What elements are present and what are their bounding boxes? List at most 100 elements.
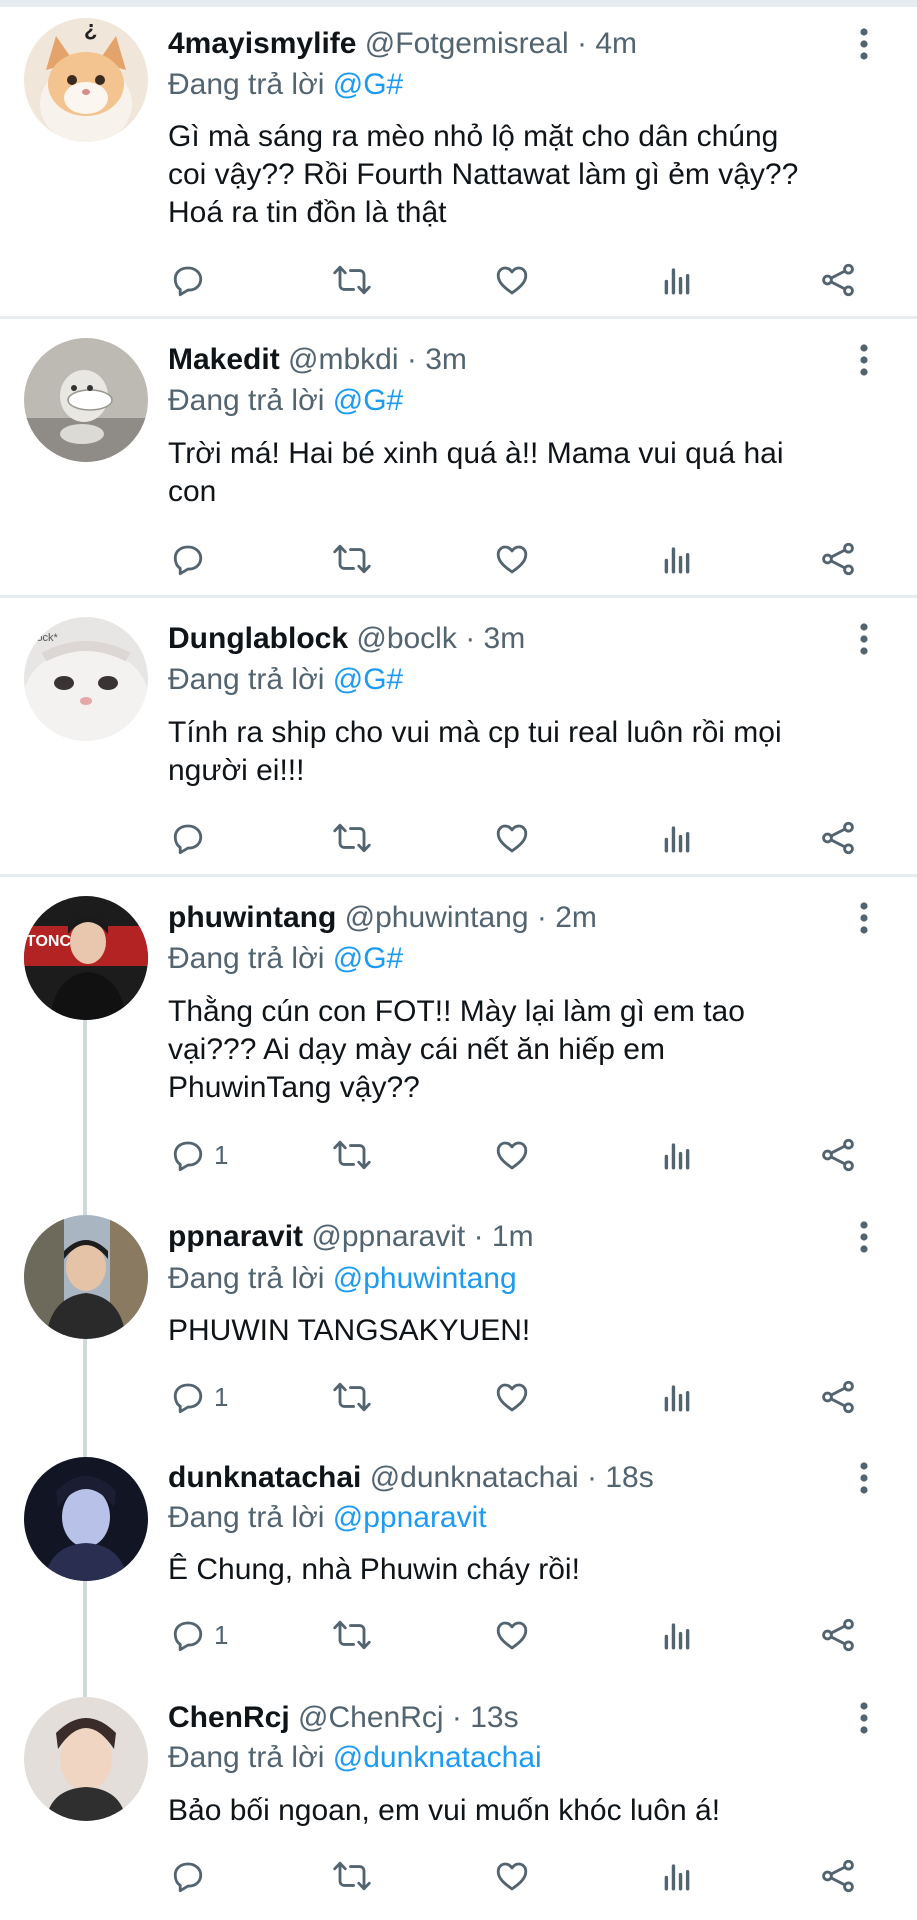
tweet-actions bbox=[0, 1851, 917, 1901]
retweet-icon[interactable] bbox=[332, 1130, 372, 1180]
reply-icon[interactable] bbox=[170, 813, 206, 863]
replying-to-mention[interactable]: @G# bbox=[333, 663, 403, 696]
tweet-header: Makedit @mbkdi · 3m bbox=[168, 338, 467, 382]
replying-to: Đang trả lời @dunknatachai bbox=[168, 1737, 542, 1779]
like-icon[interactable] bbox=[493, 1610, 531, 1660]
display-name[interactable]: ChenRcj bbox=[168, 1701, 290, 1734]
tweet-actions: 1 bbox=[0, 1130, 917, 1180]
timestamp[interactable]: · 2m bbox=[537, 901, 597, 934]
avatar[interactable] bbox=[24, 1697, 148, 1821]
share-icon[interactable] bbox=[820, 1610, 856, 1660]
like-icon[interactable] bbox=[493, 1851, 531, 1901]
replying-to-mention[interactable]: @G# bbox=[333, 942, 403, 975]
like-icon[interactable] bbox=[493, 1372, 531, 1422]
display-name[interactable]: 4mayismylife bbox=[168, 27, 356, 60]
reply-icon[interactable] bbox=[170, 534, 206, 584]
tweet-text-line: Trời má! Hai bé xinh quá à!! Mama vui qu… bbox=[168, 437, 784, 470]
display-name[interactable]: Dunglablock bbox=[168, 622, 348, 655]
retweet-icon[interactable] bbox=[332, 1372, 372, 1422]
tweet-text-line: người ei!!! bbox=[168, 754, 305, 787]
tweet-text-line: Thằng cún con FOT!! Mày lại làm gì em ta… bbox=[168, 995, 745, 1028]
timestamp[interactable]: · 4m bbox=[577, 27, 637, 60]
more-icon[interactable] bbox=[852, 1215, 876, 1259]
replying-to: Đang trả lời @G# bbox=[168, 64, 403, 106]
replying-to: Đang trả lời @G# bbox=[168, 938, 403, 980]
share-icon[interactable] bbox=[820, 1372, 856, 1422]
share-icon[interactable] bbox=[820, 534, 856, 584]
replying-to: Đang trả lời @G# bbox=[168, 659, 403, 701]
user-handle[interactable]: @boclk bbox=[356, 622, 457, 655]
user-handle[interactable]: @ppnaravit bbox=[311, 1220, 465, 1253]
user-handle[interactable]: @dunknatachai bbox=[370, 1461, 579, 1494]
avatar[interactable] bbox=[24, 338, 148, 462]
timestamp[interactable]: · 13s bbox=[452, 1701, 519, 1734]
share-icon[interactable] bbox=[820, 255, 856, 305]
tweet-header: phuwintang @phuwintang · 2m bbox=[168, 896, 597, 940]
reply-icon[interactable] bbox=[170, 255, 206, 305]
tweet-text: Ê Chung, nhà Phuwin cháy rồi! bbox=[168, 1551, 868, 1589]
timestamp[interactable]: · 3m bbox=[407, 343, 467, 376]
more-icon[interactable] bbox=[852, 1456, 876, 1500]
retweet-icon[interactable] bbox=[332, 534, 372, 584]
top-divider bbox=[0, 0, 917, 7]
more-icon[interactable] bbox=[852, 338, 876, 382]
analytics-icon[interactable] bbox=[660, 813, 694, 863]
replying-to-mention[interactable]: @G# bbox=[333, 68, 403, 101]
tweet-text: Gì mà sáng ra mèo nhỏ lộ mặt cho dân chú… bbox=[168, 118, 868, 232]
like-icon[interactable] bbox=[493, 534, 531, 584]
tweet-text-line: Bảo bối ngoan, em vui muốn khóc luôn á! bbox=[168, 1794, 721, 1827]
more-icon[interactable] bbox=[852, 22, 876, 66]
replying-to: Đang trả lời @G# bbox=[168, 380, 403, 422]
display-name[interactable]: Makedit bbox=[168, 343, 280, 376]
share-icon[interactable] bbox=[820, 1851, 856, 1901]
analytics-icon[interactable] bbox=[660, 1851, 694, 1901]
user-handle[interactable]: @Fotgemisreal bbox=[365, 27, 569, 60]
tweet-text-line: coi vậy?? Rồi Fourth Nattawat làm gì ẻm … bbox=[168, 158, 799, 191]
like-icon[interactable] bbox=[493, 1130, 531, 1180]
reply-icon[interactable]: 1 bbox=[170, 1372, 228, 1422]
user-handle[interactable]: @mbkdi bbox=[288, 343, 398, 376]
share-icon[interactable] bbox=[820, 1130, 856, 1180]
analytics-icon[interactable] bbox=[660, 255, 694, 305]
replying-to-mention[interactable]: @phuwintang bbox=[333, 1262, 517, 1295]
tweet-text-line: PHUWIN TANGSAKYUEN! bbox=[168, 1314, 531, 1347]
display-name[interactable]: phuwintang bbox=[168, 901, 336, 934]
tweet-header: ppnaravit @ppnaravit · 1m bbox=[168, 1215, 534, 1259]
more-icon[interactable] bbox=[852, 896, 876, 940]
avatar[interactable]: TONCR bbox=[24, 896, 148, 1020]
retweet-icon[interactable] bbox=[332, 255, 372, 305]
avatar[interactable]: lock* bbox=[24, 617, 148, 741]
analytics-icon[interactable] bbox=[660, 1130, 694, 1180]
tweet-actions: 1 bbox=[0, 1610, 917, 1660]
replying-to-mention[interactable]: @dunknatachai bbox=[333, 1741, 542, 1774]
tweet-text-line: Ê Chung, nhà Phuwin cháy rồi! bbox=[168, 1553, 580, 1586]
user-handle[interactable]: @phuwintang bbox=[345, 901, 529, 934]
retweet-icon[interactable] bbox=[332, 1851, 372, 1901]
like-icon[interactable] bbox=[493, 813, 531, 863]
more-icon[interactable] bbox=[852, 617, 876, 661]
timestamp[interactable]: · 3m bbox=[465, 622, 525, 655]
analytics-icon[interactable] bbox=[660, 534, 694, 584]
display-name[interactable]: dunknatachai bbox=[168, 1461, 361, 1494]
reply-icon[interactable] bbox=[170, 1851, 206, 1901]
analytics-icon[interactable] bbox=[660, 1610, 694, 1660]
reply-icon[interactable]: 1 bbox=[170, 1610, 228, 1660]
replying-to-mention[interactable]: @G# bbox=[333, 384, 403, 417]
like-icon[interactable] bbox=[493, 255, 531, 305]
avatar[interactable] bbox=[24, 1215, 148, 1339]
more-icon[interactable] bbox=[852, 1696, 876, 1740]
replying-to-mention[interactable]: @ppnaravit bbox=[333, 1501, 487, 1534]
display-name[interactable]: ppnaravit bbox=[168, 1220, 303, 1253]
user-handle[interactable]: @ChenRcj bbox=[298, 1701, 444, 1734]
timestamp[interactable]: · 1m bbox=[474, 1220, 534, 1253]
tweet-text-line: PhuwinTang vậy?? bbox=[168, 1071, 420, 1104]
retweet-icon[interactable] bbox=[332, 1610, 372, 1660]
retweet-icon[interactable] bbox=[332, 813, 372, 863]
replying-to-label: Đang trả lời bbox=[168, 663, 325, 696]
reply-icon[interactable]: 1 bbox=[170, 1130, 228, 1180]
analytics-icon[interactable] bbox=[660, 1372, 694, 1422]
avatar[interactable]: ¿ bbox=[24, 18, 148, 142]
avatar[interactable] bbox=[24, 1457, 148, 1581]
share-icon[interactable] bbox=[820, 813, 856, 863]
timestamp[interactable]: · 18s bbox=[587, 1461, 654, 1494]
